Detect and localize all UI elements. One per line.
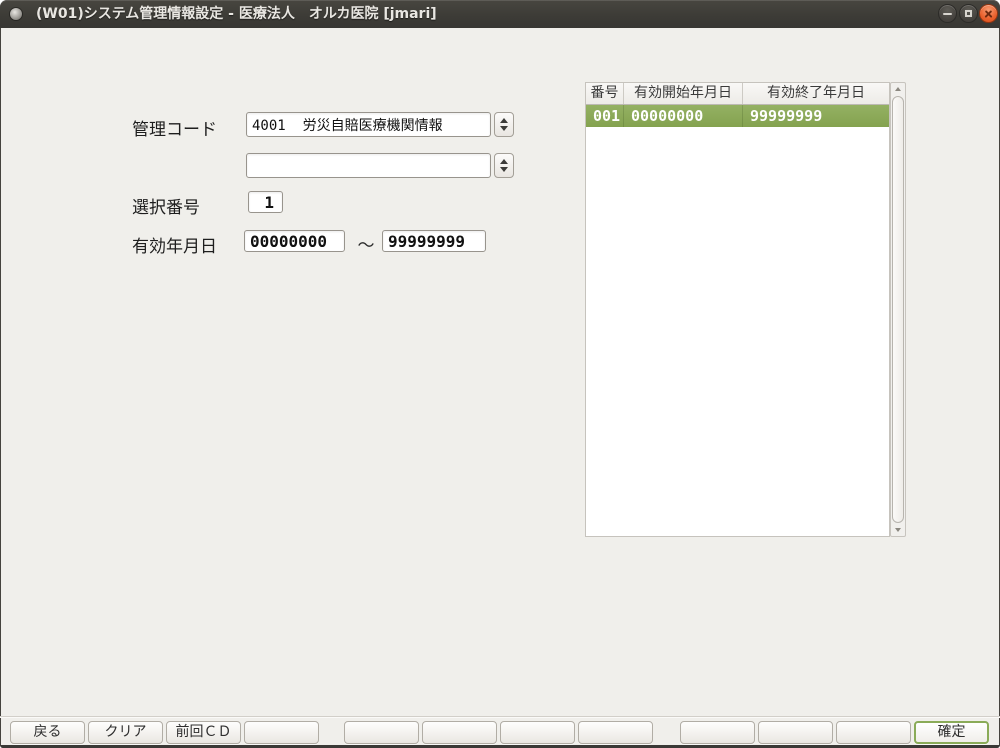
minimize-button[interactable] xyxy=(938,4,957,23)
table-header-row: 番号 有効開始年月日 有効終了年月日 xyxy=(586,83,889,105)
sentaku-bango-input[interactable] xyxy=(248,191,283,213)
window-title: (W01)システム管理情報設定 - 医療法人 オルカ医院 [jmari] xyxy=(36,0,437,28)
blank-button-11[interactable] xyxy=(836,721,911,744)
blank-button-7[interactable] xyxy=(500,721,575,744)
table-row[interactable]: 001 00000000 99999999 xyxy=(586,105,889,127)
table-scrollbar[interactable] xyxy=(890,82,906,537)
spin-down-icon xyxy=(500,126,508,131)
cell-no: 001 xyxy=(586,105,624,127)
clear-button[interactable]: クリア xyxy=(88,721,163,744)
sentaku-bango-label: 選択番号 xyxy=(132,193,200,218)
scroll-down-icon[interactable] xyxy=(895,528,901,532)
blank-button-10[interactable] xyxy=(758,721,833,744)
validity-table: 番号 有効開始年月日 有効終了年月日 001 00000000 99999999 xyxy=(585,82,890,537)
kanri-code-sub-spinner[interactable] xyxy=(494,153,514,178)
close-button[interactable] xyxy=(979,4,998,23)
yuko-nengappi-label: 有効年月日 xyxy=(132,232,217,257)
back-button[interactable]: 戻る xyxy=(10,721,85,744)
spin-down-icon xyxy=(500,167,508,172)
blank-button-9[interactable] xyxy=(680,721,755,744)
titlebar: (W01)システム管理情報設定 - 医療法人 オルカ医院 [jmari] xyxy=(0,0,1000,28)
table-header-no: 番号 xyxy=(586,83,624,104)
blank-button-6[interactable] xyxy=(422,721,497,744)
app-window: (W01)システム管理情報設定 - 医療法人 オルカ医院 [jmari] 管理コ… xyxy=(0,0,1000,748)
kanri-code-combo-input[interactable] xyxy=(246,112,491,137)
spin-up-icon xyxy=(500,159,508,164)
app-icon xyxy=(10,8,22,20)
kanri-code-sub-combo-input[interactable] xyxy=(246,153,491,178)
table-header-end-date: 有効終了年月日 xyxy=(743,83,889,104)
blank-button-5[interactable] xyxy=(344,721,419,744)
confirm-button[interactable]: 確定 xyxy=(914,721,989,744)
toolbar-separator xyxy=(0,716,1000,718)
minimize-icon xyxy=(943,13,952,15)
cell-end-date: 99999999 xyxy=(743,105,889,127)
blank-button-4[interactable] xyxy=(244,721,319,744)
yuko-from-input[interactable] xyxy=(244,230,345,252)
spin-up-icon xyxy=(500,118,508,123)
cell-start-date: 00000000 xyxy=(624,105,743,127)
maximize-icon xyxy=(965,10,972,17)
yuko-to-input[interactable] xyxy=(382,230,486,252)
table-header-start-date: 有効開始年月日 xyxy=(624,83,743,104)
kanri-code-spinner[interactable] xyxy=(494,112,514,137)
zenkai-cd-button[interactable]: 前回ＣＤ xyxy=(166,721,241,744)
scroll-up-icon[interactable] xyxy=(895,87,901,91)
kanri-code-label: 管理コード xyxy=(132,115,217,140)
range-separator: ～ xyxy=(352,231,380,256)
maximize-button[interactable] xyxy=(959,4,978,23)
blank-button-8[interactable] xyxy=(578,721,653,744)
scrollbar-thumb[interactable] xyxy=(892,96,904,523)
